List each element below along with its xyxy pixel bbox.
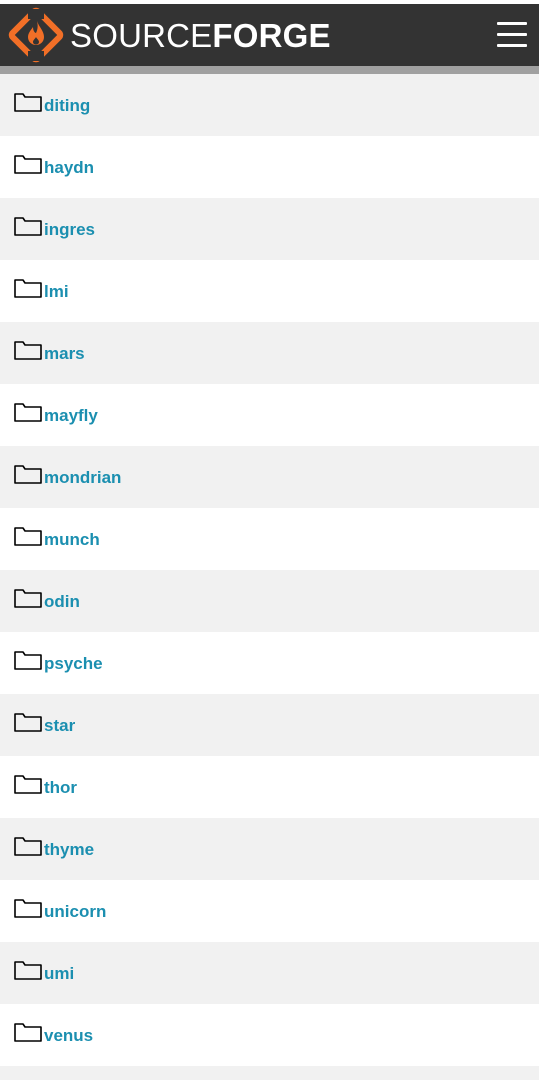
folder-link-munch[interactable]: munch [44,530,100,550]
folder-row-unicorn[interactable]: unicorn [0,880,539,942]
folder-icon [14,589,42,608]
folder-icon [14,837,42,856]
sourceforge-logo-icon [8,7,64,63]
folder-icon [14,713,42,732]
folder-row-thor[interactable]: thor [0,756,539,818]
folder-link-mondrian[interactable]: mondrian [44,468,121,488]
folder-icon [14,775,42,794]
folder-icon [14,651,42,670]
folder-row-ingres[interactable]: ingres [0,198,539,260]
folder-link-thyme[interactable]: thyme [44,840,94,860]
folder-link-thor[interactable]: thor [44,778,77,798]
folder-link-mars[interactable]: mars [44,344,85,364]
folder-icon [14,217,42,236]
folder-link-mayfly[interactable]: mayfly [44,406,98,426]
folder-row-odin[interactable]: odin [0,570,539,632]
folder-icon [14,961,42,980]
folder-row-diting[interactable]: diting [0,74,539,136]
folder-list: diting haydn ingres lmi mars mayfly mond… [0,74,539,1066]
folder-link-lmi[interactable]: lmi [44,282,69,302]
folder-icon [14,341,42,360]
folder-row-star[interactable]: star [0,694,539,756]
folder-icon [14,465,42,484]
folder-row-mars[interactable]: mars [0,322,539,384]
sourceforge-wordmark: SOURCEFORGE [70,19,331,52]
wordmark-bold: FORGE [212,16,331,54]
folder-icon [14,155,42,174]
folder-row-umi[interactable]: umi [0,942,539,1004]
folder-icon [14,279,42,298]
folder-row-mondrian[interactable]: mondrian [0,446,539,508]
folder-icon [14,1023,42,1042]
folder-icon [14,899,42,918]
folder-link-star[interactable]: star [44,716,75,736]
list-overflow-row [0,1066,539,1080]
folder-row-munch[interactable]: munch [0,508,539,570]
folder-row-venus[interactable]: venus [0,1004,539,1066]
folder-link-umi[interactable]: umi [44,964,74,984]
folder-row-psyche[interactable]: psyche [0,632,539,694]
folder-link-psyche[interactable]: psyche [44,654,103,674]
header-divider [0,66,539,74]
wordmark-light: SOURCE [70,16,213,54]
folder-link-venus[interactable]: venus [44,1026,93,1046]
folder-link-haydn[interactable]: haydn [44,158,94,178]
folder-link-unicorn[interactable]: unicorn [44,902,106,922]
folder-link-diting[interactable]: diting [44,96,90,116]
hamburger-menu-icon[interactable] [497,22,527,48]
folder-row-haydn[interactable]: haydn [0,136,539,198]
site-header: SOURCEFORGE [0,4,539,66]
folder-link-odin[interactable]: odin [44,592,80,612]
folder-row-mayfly[interactable]: mayfly [0,384,539,446]
folder-row-lmi[interactable]: lmi [0,260,539,322]
folder-icon [14,93,42,112]
folder-link-ingres[interactable]: ingres [44,220,95,240]
folder-icon [14,403,42,422]
sourceforge-logo[interactable]: SOURCEFORGE [8,7,331,63]
folder-row-thyme[interactable]: thyme [0,818,539,880]
folder-icon [14,527,42,546]
